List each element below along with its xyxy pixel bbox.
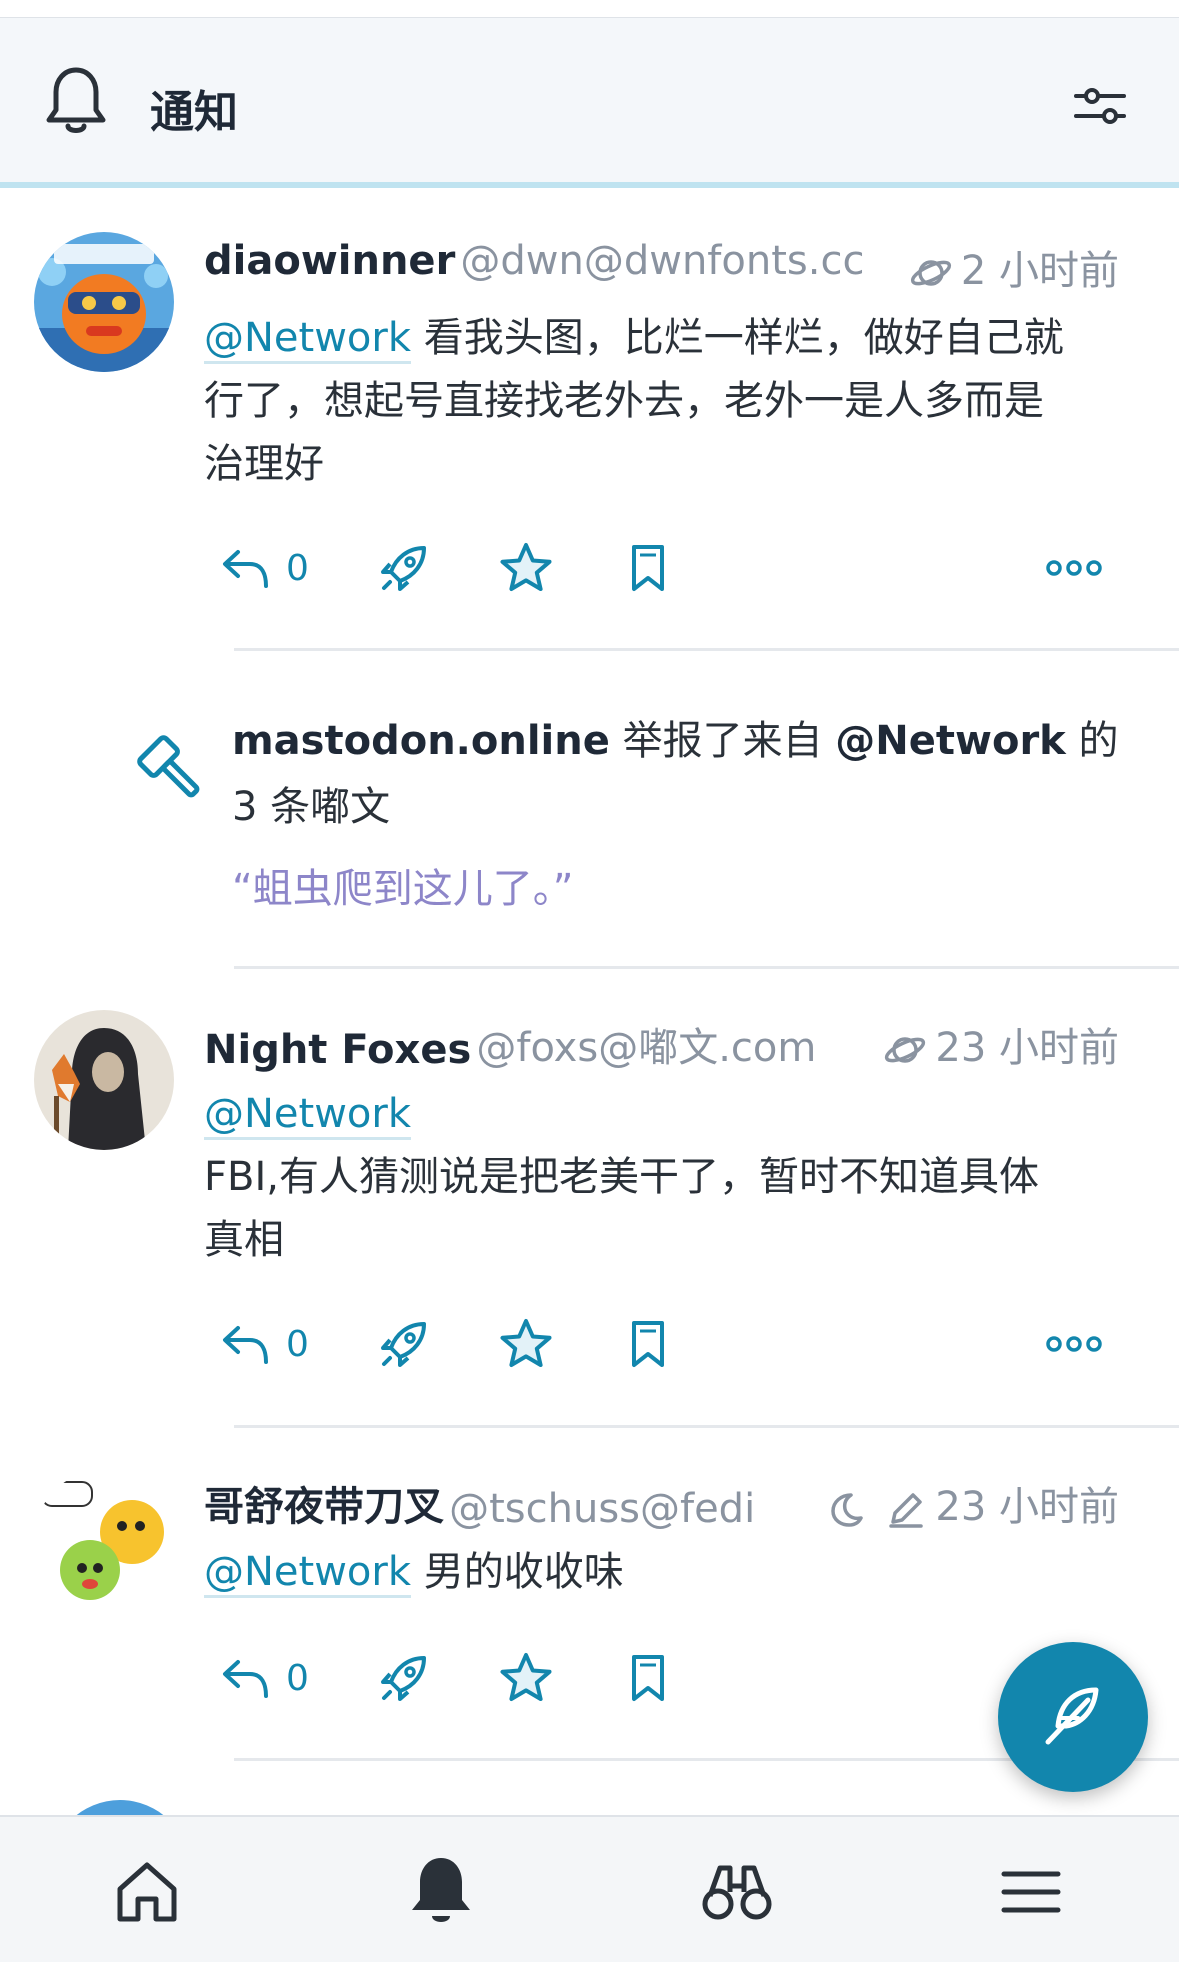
post-content: @Network 看我头图，比烂一样烂，做好自己就 行了，想起号直接找老外去，老… xyxy=(204,315,1064,487)
bookmark-icon xyxy=(632,545,664,591)
reply-icon xyxy=(223,550,268,588)
boost-button[interactable] xyxy=(378,538,430,598)
bookmark-button[interactable] xyxy=(628,1648,668,1708)
display-name[interactable]: diaowinner xyxy=(204,238,455,284)
moon-icon xyxy=(830,1493,863,1527)
rocket-icon xyxy=(381,546,426,591)
divider xyxy=(234,648,1179,651)
mention-link[interactable]: @Network xyxy=(204,1091,412,1140)
post-content: @Network 男的收收味 xyxy=(204,1541,1119,1604)
timestamp: 23 小时前 xyxy=(869,1015,1119,1073)
status-strip xyxy=(0,0,1179,18)
report-text: mastodon.online 举报了来自 @Network 的 3 条嘟文 xyxy=(232,718,1119,830)
bookmark-icon xyxy=(632,1321,664,1367)
post-meta: 哥舒夜带刀叉 @tschuss@fedi 23 小时前 xyxy=(204,1474,1119,1534)
avatar[interactable] xyxy=(34,1010,174,1150)
post-actions: 0 xyxy=(214,538,1114,598)
feather-icon xyxy=(1045,1687,1099,1745)
tab-home[interactable] xyxy=(102,1847,192,1937)
post-actions: 0 xyxy=(214,1314,1114,1374)
home-icon xyxy=(117,1862,177,1922)
mention-link[interactable]: @Network xyxy=(204,315,412,364)
account-handle[interactable]: @foxs@嘟文.com xyxy=(476,1015,816,1073)
divider xyxy=(234,966,1179,969)
reply-count: 0 xyxy=(286,1657,309,1699)
reply-count: 0 xyxy=(286,547,309,589)
star-icon xyxy=(500,1319,552,1367)
reply-button[interactable]: 0 xyxy=(220,538,309,598)
display-name[interactable]: Night Foxes xyxy=(204,1027,471,1073)
account-handle[interactable]: @tschuss@fedi xyxy=(449,1486,755,1532)
compose-button[interactable] xyxy=(998,1642,1148,1792)
planet-icon xyxy=(910,260,951,286)
reply-button[interactable]: 0 xyxy=(220,1648,309,1708)
post-content: @Network FBI,有人猜测说是把老美干了，暂时不知道具体 真相 xyxy=(204,1091,1039,1263)
timestamp: 23 小时前 xyxy=(810,1474,1119,1532)
more-button[interactable] xyxy=(1046,1314,1102,1374)
bookmark-icon xyxy=(632,1655,664,1701)
pencil-icon xyxy=(889,1493,924,1528)
avatar[interactable] xyxy=(34,1470,174,1610)
instance-name[interactable]: mastodon.online xyxy=(232,718,610,764)
tab-explore[interactable] xyxy=(692,1847,782,1937)
display-name[interactable]: 哥舒夜带刀叉 xyxy=(204,1484,444,1530)
reply-icon xyxy=(223,1660,268,1698)
notifications-header: 通知 xyxy=(0,18,1179,188)
post-meta: Night Foxes @foxs@嘟文.com 23 小时前 xyxy=(204,1015,1119,1075)
star-icon xyxy=(500,543,552,591)
avatar[interactable] xyxy=(34,232,174,372)
binoculars-icon xyxy=(702,1865,772,1920)
post-meta: diaowinner @dwn@dwnfonts.cc 2 小时前 xyxy=(204,238,1119,298)
page-title: 通知 xyxy=(150,87,238,138)
tab-notifications[interactable] xyxy=(396,1847,486,1937)
more-icon xyxy=(1046,1336,1102,1352)
favourite-button[interactable] xyxy=(498,1314,554,1374)
bookmark-button[interactable] xyxy=(628,538,668,598)
reported-account[interactable]: @Network xyxy=(835,718,1066,764)
report-count: 3 条嘟文 xyxy=(232,784,391,830)
bookmark-button[interactable] xyxy=(628,1314,668,1374)
divider xyxy=(234,1425,1179,1428)
tab-menu[interactable] xyxy=(986,1847,1076,1937)
bottom-tab-bar xyxy=(0,1815,1179,1962)
more-icon xyxy=(1046,560,1102,576)
report-quote: “蛆虫爬到这儿了。” xyxy=(232,866,574,912)
gavel-icon xyxy=(137,735,200,798)
bell-icon xyxy=(46,67,106,133)
favourite-button[interactable] xyxy=(498,1648,554,1708)
menu-icon xyxy=(1001,1871,1061,1913)
boost-button[interactable] xyxy=(378,1648,430,1708)
star-icon xyxy=(500,1653,552,1701)
reply-count: 0 xyxy=(286,1323,309,1365)
bell-icon xyxy=(412,1858,470,1922)
filter-settings-icon[interactable] xyxy=(1072,78,1128,134)
boost-button[interactable] xyxy=(378,1314,430,1374)
timestamp: 2 小时前 xyxy=(894,238,1119,296)
rocket-icon xyxy=(381,1656,426,1701)
reply-button[interactable]: 0 xyxy=(220,1314,309,1374)
post-actions: 0 xyxy=(214,1648,1114,1708)
mention-link[interactable]: @Network xyxy=(204,1549,412,1598)
account-handle[interactable]: @dwn@dwnfonts.cc xyxy=(460,238,864,284)
reply-icon xyxy=(223,1326,268,1364)
planet-icon xyxy=(885,1037,926,1063)
rocket-icon xyxy=(381,1322,426,1367)
favourite-button[interactable] xyxy=(498,538,554,598)
more-button[interactable] xyxy=(1046,538,1102,598)
